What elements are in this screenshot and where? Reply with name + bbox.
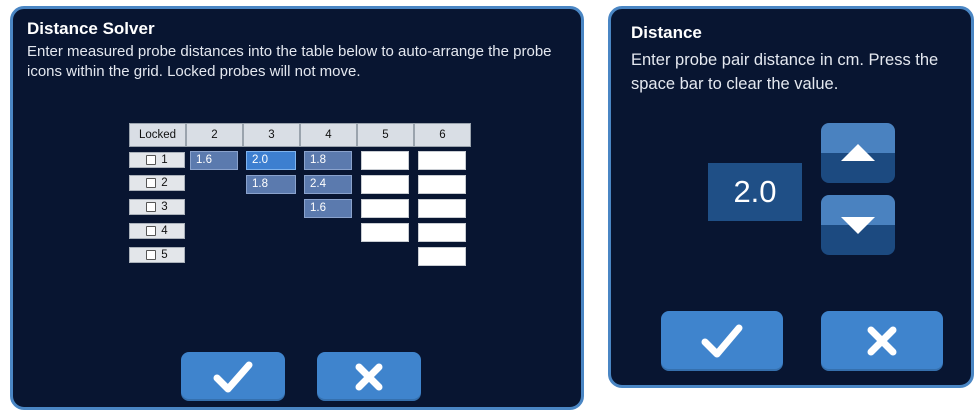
distance-cell-3-6[interactable]	[418, 199, 466, 218]
header-probe-2: 2	[186, 123, 243, 147]
distance-cell-3-5[interactable]	[361, 199, 409, 218]
distance-cell-1-4[interactable]: 1.8	[304, 151, 352, 170]
distance-solver-title: Distance Solver	[27, 19, 155, 38]
probe-label: 4	[161, 225, 168, 237]
checkbox-icon	[146, 226, 157, 236]
distance-cell-1-6[interactable]	[418, 151, 466, 170]
distance-confirm-button[interactable]	[661, 311, 783, 371]
distance-cell-4-6[interactable]	[418, 223, 466, 242]
distance-value[interactable]: 2.0	[708, 163, 802, 221]
checkbox-icon	[146, 155, 157, 165]
distance-description: Enter probe pair distance in cm. Press t…	[631, 51, 939, 93]
distance-cell-2-6[interactable]	[418, 175, 466, 194]
header-probe-5: 5	[357, 123, 414, 147]
lock-checkbox-probe-5[interactable]: 5	[129, 247, 185, 263]
probe-label: 1	[161, 154, 168, 166]
checkbox-icon	[146, 178, 157, 188]
distance-cancel-button[interactable]	[821, 311, 943, 371]
lock-checkbox-probe-1[interactable]: 1	[129, 152, 185, 168]
probe-label: 2	[161, 177, 168, 189]
distance-cell-2-3[interactable]: 1.8	[246, 175, 296, 194]
header-locked: Locked	[129, 123, 186, 147]
close-icon	[355, 363, 383, 390]
decrement-button[interactable]	[821, 195, 895, 255]
probe-label: 3	[161, 201, 168, 213]
header-probe-6: 6	[414, 123, 471, 147]
lock-checkbox-probe-4[interactable]: 4	[129, 223, 185, 239]
check-icon	[213, 361, 253, 392]
lock-checkbox-probe-3[interactable]: 3	[129, 199, 185, 215]
header-probe-4: 4	[300, 123, 357, 147]
checkbox-icon	[146, 250, 157, 260]
checkbox-icon	[146, 202, 157, 212]
distance-title: Distance	[631, 23, 702, 42]
distance-cell-2-5[interactable]	[361, 175, 409, 194]
close-icon	[867, 326, 897, 356]
distance-input-panel: Distance Enter probe pair distance in cm…	[608, 6, 974, 388]
lock-checkbox-probe-2[interactable]: 2	[129, 175, 185, 191]
header-probe-3: 3	[243, 123, 300, 147]
distance-solver-description: Enter measured probe distances into the …	[27, 43, 552, 80]
distance-cell-5-6[interactable]	[418, 247, 466, 266]
distance-solver-panel: Distance Solver Enter measured probe dis…	[10, 6, 584, 410]
distance-cell-1-5[interactable]	[361, 151, 409, 170]
distance-cell-1-2[interactable]: 1.6	[190, 151, 238, 170]
distance-cell-4-5[interactable]	[361, 223, 409, 242]
solver-confirm-button[interactable]	[181, 352, 285, 401]
distance-cell-1-3[interactable]: 2.0	[246, 151, 296, 170]
distance-cell-3-4[interactable]: 1.6	[304, 199, 352, 218]
distance-cell-2-4[interactable]: 2.4	[304, 175, 352, 194]
triangle-down-icon	[841, 217, 875, 234]
triangle-up-icon	[841, 144, 875, 161]
increment-button[interactable]	[821, 123, 895, 183]
probe-label: 5	[161, 249, 168, 261]
check-icon	[701, 324, 743, 358]
solver-cancel-button[interactable]	[317, 352, 421, 401]
